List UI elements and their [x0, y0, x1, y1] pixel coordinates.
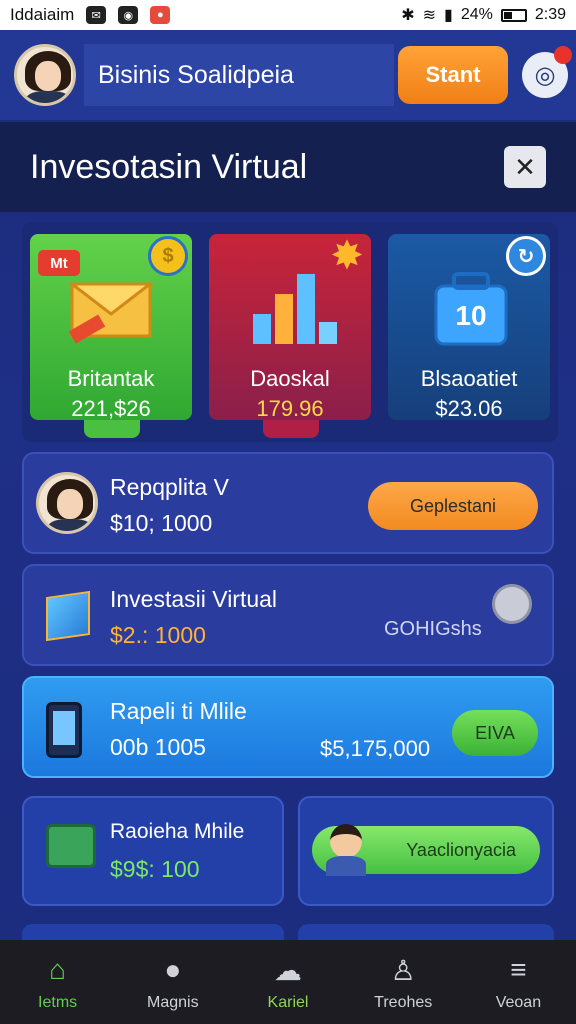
bottom-navigation: ⌂ Ietms ● Magnis ☁ Kariel ♙ Treohes ≡ Ve…	[0, 940, 576, 1024]
list-item-status: GOHIGshs	[384, 618, 482, 640]
close-icon: ✕	[514, 151, 536, 182]
wifi-icon: ≋	[422, 7, 437, 24]
envelope-icon	[67, 282, 155, 344]
card-value: $23.06	[435, 396, 503, 421]
card-name: Britantak	[67, 366, 155, 391]
nav-item-home[interactable]: ⌂ Ietms	[0, 940, 115, 1024]
category-card-britantak[interactable]: Mt $ Britantak 221,$26	[30, 234, 192, 438]
wallet-icon	[40, 818, 100, 878]
battery-percent: 24%	[460, 6, 493, 23]
nav-item-kariel[interactable]: ☁ Kariel	[230, 940, 345, 1024]
page-title: Invesotasin Virtual	[30, 147, 308, 186]
username: Bisinis Soalidpeia	[98, 60, 294, 89]
card-name: Blsaoatiet	[420, 366, 518, 391]
status-bar: Iddaiaim ✉ ◉ ● ✱ ≋ ▮ 24% 2:39	[0, 0, 576, 30]
target-icon: ◎	[534, 61, 556, 89]
card-name: Daoskal	[250, 366, 330, 391]
category-cards: Mt $ Britantak 221,$26 ✸ Daoskal 179.96 …	[22, 222, 558, 442]
cloud-icon: ☁	[274, 954, 302, 986]
card-title: Raoieha Mhile	[110, 820, 245, 843]
list-item-title: Repqplita V	[110, 474, 229, 500]
avatar	[36, 472, 98, 534]
nav-label: Treohes	[374, 994, 433, 1011]
battery-icon	[500, 8, 527, 22]
nav-item-magnis[interactable]: ● Magnis	[115, 940, 230, 1024]
pill-button[interactable]: Yaaclionyacia	[312, 824, 540, 876]
nav-item-treohes[interactable]: ♙ Treohes	[346, 940, 461, 1024]
signal-icon: ▮	[444, 7, 453, 24]
nav-item-veoan[interactable]: ≡ Veoan	[461, 940, 576, 1024]
category-card-blsaoatiet[interactable]: ↻ 10 Blsaoatiet $23.06	[388, 234, 550, 421]
camera-notification-icon: ◉	[118, 6, 139, 24]
list-item-total: $5,175,000	[320, 736, 431, 761]
modal-title-bar: Invesotasin Virtual ✕	[0, 122, 576, 212]
list-item-amount: $10; 1000	[110, 510, 213, 536]
stack-icon: ≡	[510, 954, 527, 985]
list-item-amount: 00b 1005	[110, 734, 206, 760]
half-card-right: Yaaclionyacia	[298, 796, 554, 906]
card-value: 179.96	[256, 396, 324, 421]
start-button[interactable]: Stant	[398, 46, 508, 104]
card-amount: $9$: 100	[110, 856, 200, 882]
nav-label: Veoan	[495, 994, 542, 1011]
nav-label: Magnis	[147, 994, 199, 1011]
home-icon: ⌂	[49, 954, 67, 985]
list-item-title: Investasii Virtual	[110, 586, 278, 612]
bar-chart-icon	[253, 274, 337, 344]
list-item-amount: $2.: 1000	[110, 622, 206, 648]
profile-avatar[interactable]	[14, 44, 76, 106]
notification-dot	[554, 46, 572, 64]
clock: 2:39	[534, 6, 566, 23]
user-icon: ♙	[390, 954, 416, 986]
card-value: 221,$26	[71, 396, 151, 421]
avatar	[322, 822, 370, 878]
app-notification-icon: ●	[150, 6, 171, 24]
list-item[interactable]: Investasii Virtual $2.: 1000 GOHIGshs	[22, 564, 554, 666]
notification-button[interactable]: ◎	[522, 46, 572, 98]
coin-stack-icon	[492, 584, 532, 624]
list-item-title: Rapeli ti Mlile	[110, 698, 247, 724]
action-button[interactable]: Geplestani	[368, 482, 538, 530]
list-item[interactable]: Rapeli ti Mlile 00b 1005 $5,175,000 EIVA	[22, 676, 554, 778]
mail-notification-icon: ✉	[86, 6, 107, 24]
nav-label: Kariel	[267, 994, 309, 1011]
bluetooth-icon: ✱	[401, 7, 415, 24]
username-panel: Bisinis Soalidpeia	[84, 44, 394, 106]
nav-label: Ietms	[38, 994, 78, 1011]
carrier-label: Iddaiaim	[10, 5, 75, 24]
app-header: Bisinis Soalidpeia Stant ◎	[0, 30, 576, 120]
close-button[interactable]: ✕	[504, 146, 546, 188]
briefcase-number: 10	[455, 300, 487, 331]
action-button[interactable]: EIVA	[452, 710, 538, 756]
phone-icon	[40, 698, 100, 758]
pin-icon: ●	[164, 954, 182, 985]
cube-icon	[40, 586, 100, 646]
pill-button-label: Yaaclionyacia	[406, 839, 516, 860]
category-card-daoskal[interactable]: ✸ Daoskal 179.96	[209, 234, 371, 438]
half-card-left[interactable]: Raoieha Mhile $9$: 100	[22, 796, 284, 906]
list-item[interactable]: Repqplita V $10; 1000 Geplestani	[22, 452, 554, 554]
